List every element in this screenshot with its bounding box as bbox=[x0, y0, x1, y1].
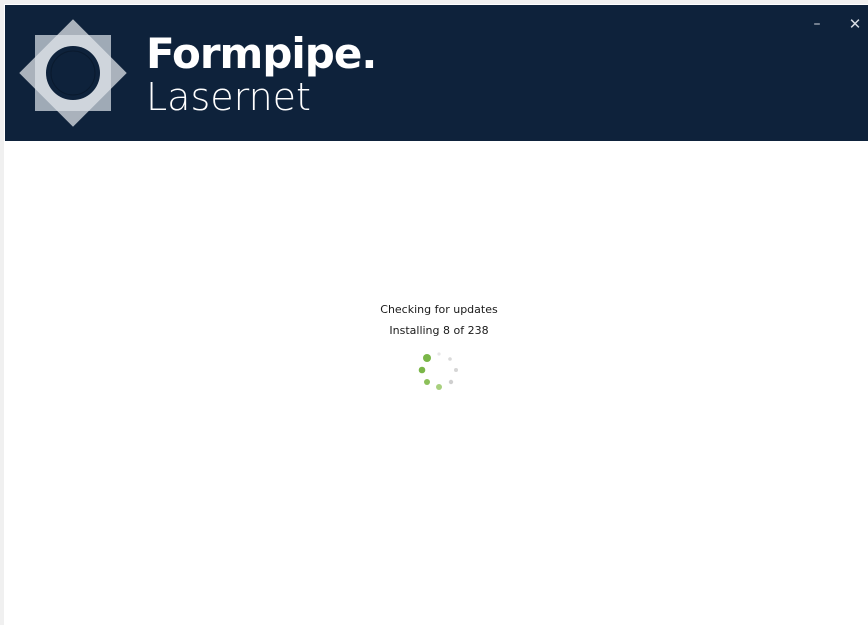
close-button[interactable]: ✕ bbox=[843, 13, 867, 35]
spinner-dot bbox=[418, 366, 426, 374]
spinner-dot bbox=[423, 354, 431, 362]
spinner-dot bbox=[424, 379, 430, 385]
spinner-dot bbox=[448, 379, 454, 385]
product-name: Lasernet bbox=[146, 75, 311, 119]
app-header: Formpipe. Lasernet – ✕ bbox=[5, 5, 868, 141]
status-title: Checking for updates bbox=[380, 303, 498, 316]
spinner-dot bbox=[454, 368, 458, 372]
status-progress-text: Installing 8 of 238 bbox=[389, 324, 489, 337]
formpipe-logo-icon bbox=[19, 19, 127, 127]
spinner-dot bbox=[448, 357, 452, 361]
spinner-dot bbox=[436, 384, 442, 390]
loading-spinner-icon bbox=[418, 352, 458, 390]
brand-name: Formpipe. bbox=[146, 29, 377, 78]
minimize-button[interactable]: – bbox=[805, 13, 829, 35]
spinner-dot bbox=[437, 352, 441, 356]
